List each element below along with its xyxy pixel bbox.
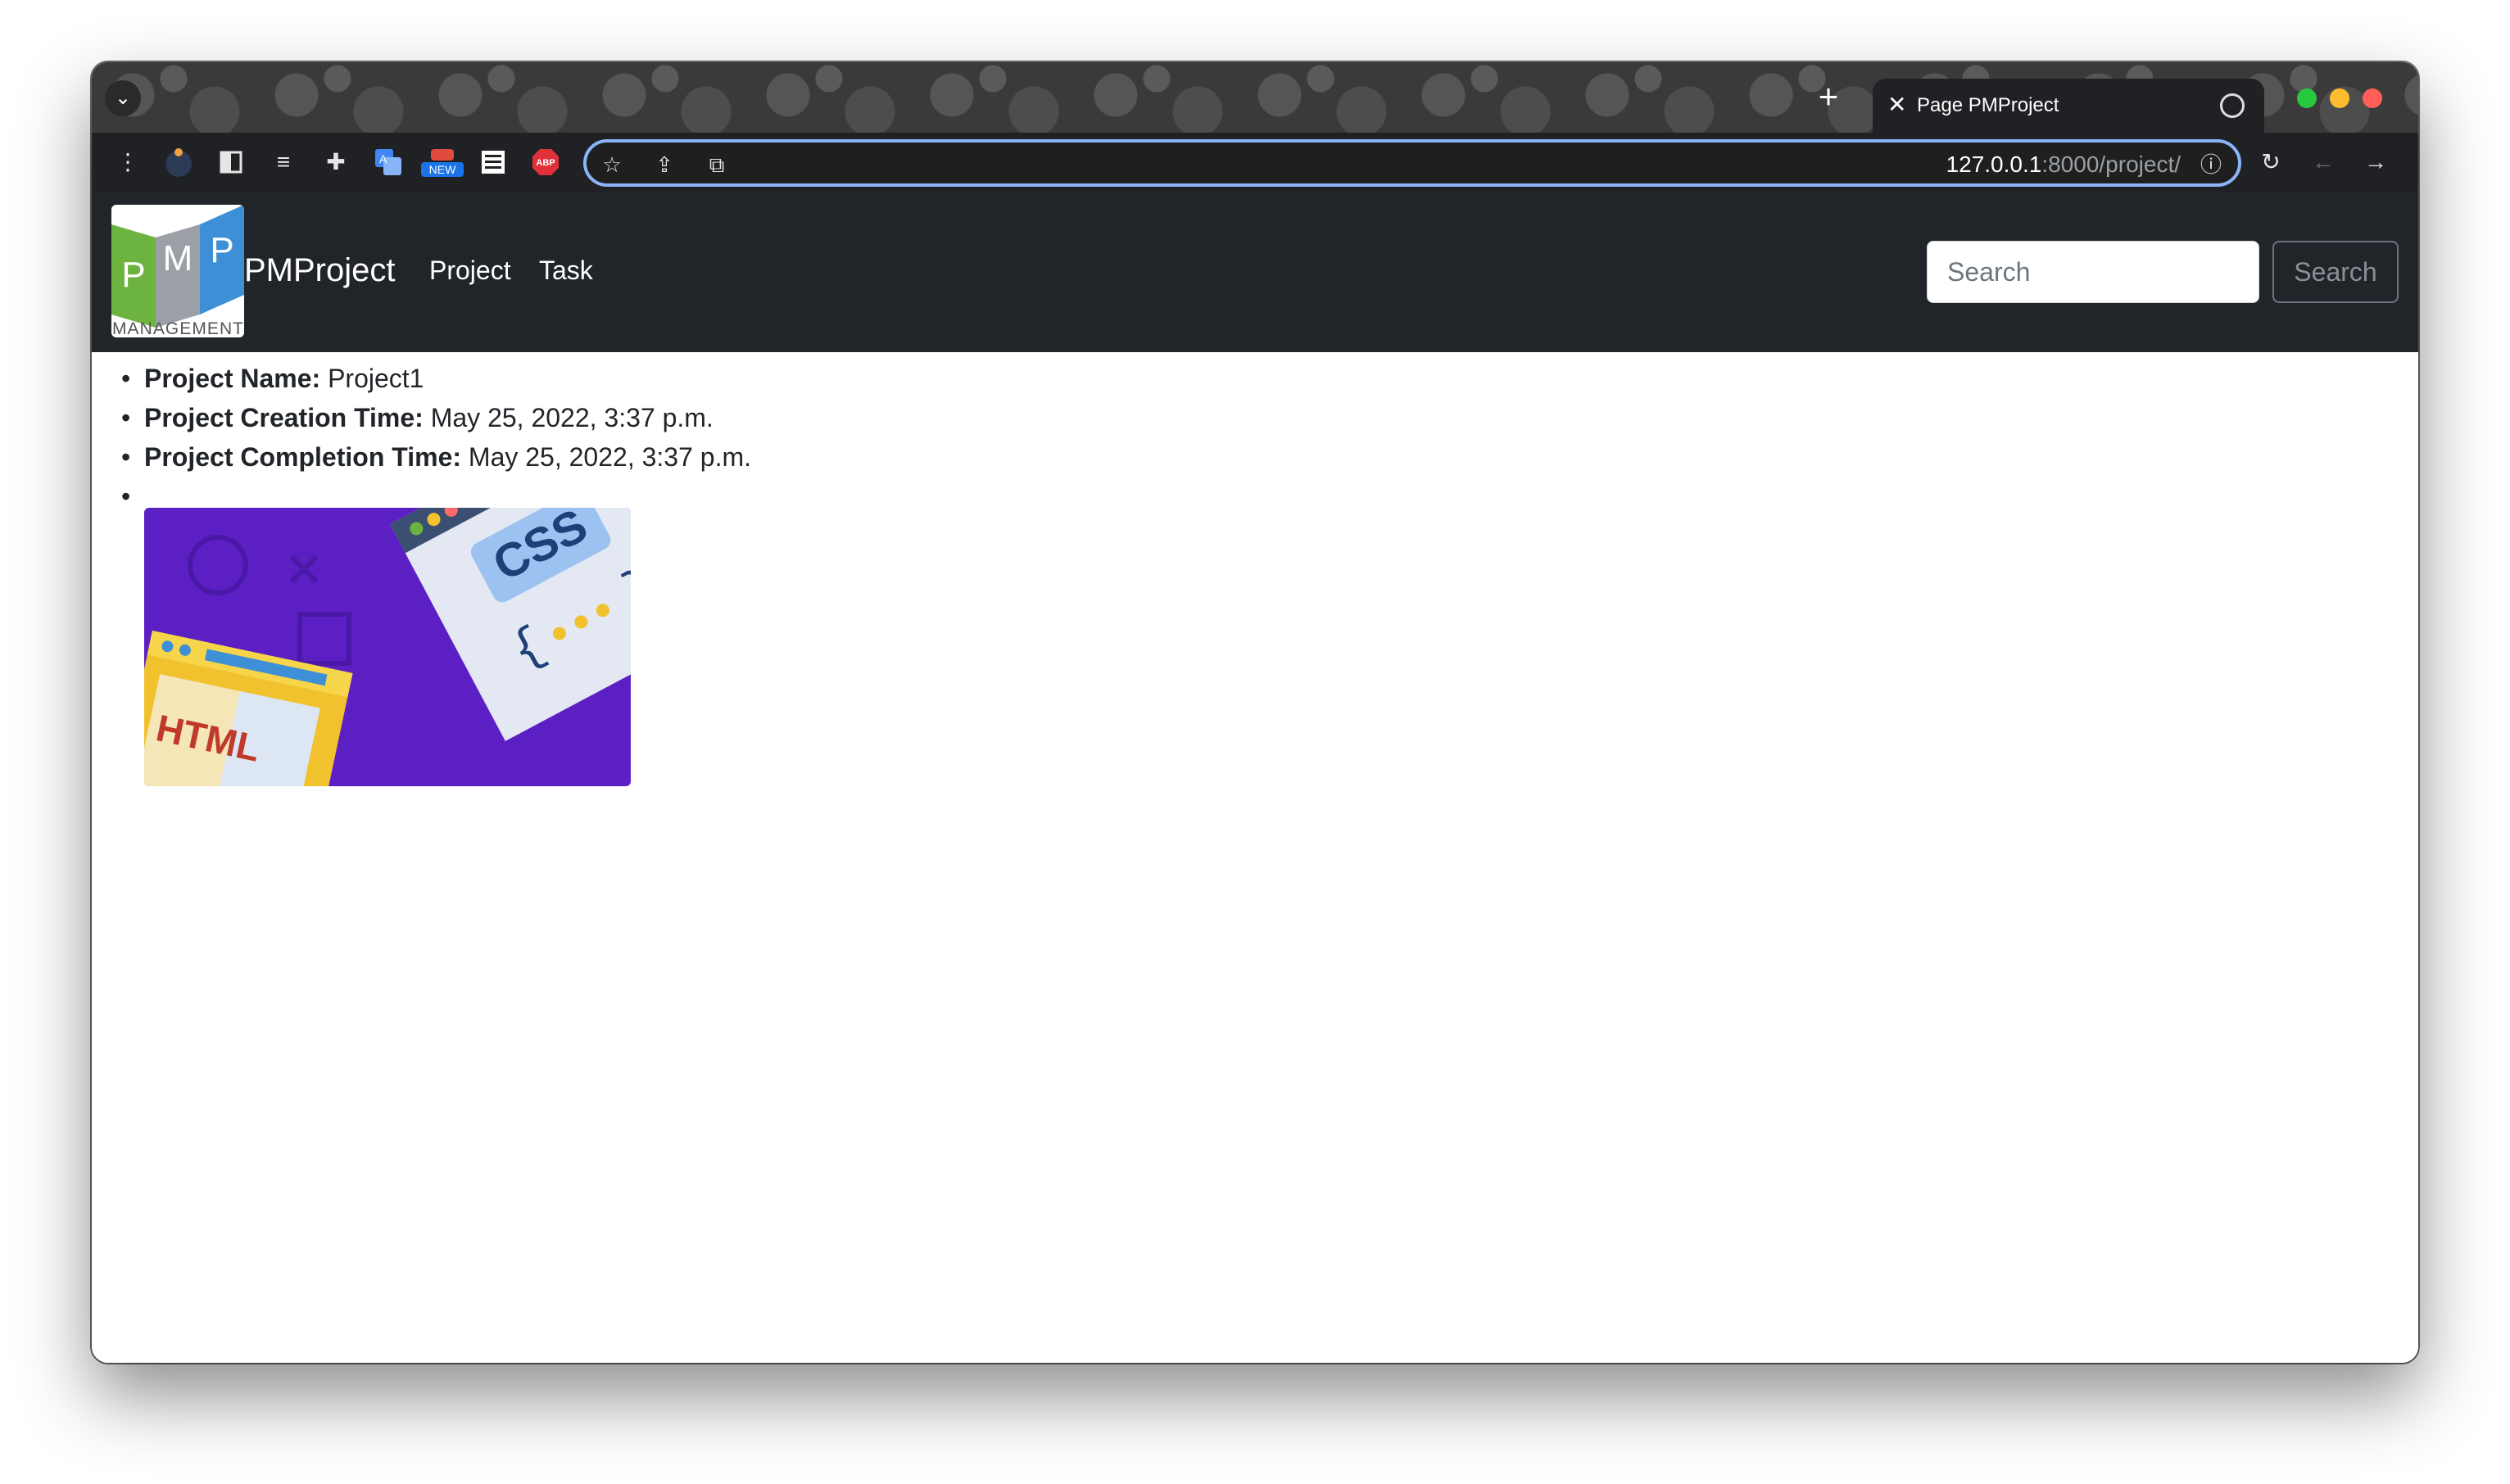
url-host: 127.0.0.1 xyxy=(1946,152,2042,177)
project-name-value: Project1 xyxy=(328,364,424,393)
brand-name[interactable]: PMProject xyxy=(244,249,396,292)
browser-toolbar: ⋮ ≡ ✚ A NEW ABP ☆ ⇪ ⧉ 127.0.0.1:8000/pro… xyxy=(92,133,2418,192)
adblock-icon[interactable]: ABP xyxy=(529,146,562,179)
close-window-button[interactable] xyxy=(2363,88,2382,108)
active-tab[interactable]: ✕ Page PMProject xyxy=(1873,79,2264,133)
close-icon[interactable]: ✕ xyxy=(1887,92,1906,118)
pmp-logo[interactable]: P M P MANAGEMENT xyxy=(111,205,244,337)
creation-time-label: Project Creation Time: xyxy=(144,403,424,432)
bullet: • xyxy=(121,482,131,511)
tab-strip: ⌄ + ✕ Page PMProject xyxy=(92,62,2418,133)
search-button[interactable]: Search xyxy=(2272,241,2399,303)
tab-title: Page PMProject xyxy=(1917,94,2059,116)
side-panel-icon[interactable] xyxy=(215,146,247,179)
nav-link-task[interactable]: Task xyxy=(539,252,593,288)
new-badge-label: NEW xyxy=(429,163,456,176)
share-icon[interactable]: ⇪ xyxy=(650,151,678,179)
reading-list-icon[interactable]: ≡ xyxy=(267,146,300,179)
completion-time-label: Project Completion Time: xyxy=(144,442,462,472)
logo-letter-2: M xyxy=(163,238,193,278)
list-item: • Project Completion Time: May 25, 2022,… xyxy=(121,437,751,477)
screenshot-icon[interactable]: ⧉ xyxy=(703,151,731,179)
nav-link-project[interactable]: Project xyxy=(429,252,511,288)
bullet: • xyxy=(121,403,131,432)
logo-letter-3: P xyxy=(210,230,233,270)
tab-search-chevron-icon[interactable]: ⌄ xyxy=(105,80,141,116)
address-bar[interactable]: ☆ ⇪ ⧉ 127.0.0.1:8000/project/ ⓘ xyxy=(583,139,2241,187)
creation-time-value: May 25, 2022, 3:37 p.m. xyxy=(430,403,714,432)
project-detail: • Project Name: Project1 • Project Creat… xyxy=(92,352,2418,1363)
forward-arrow-icon[interactable]: → xyxy=(2359,146,2392,179)
search-input[interactable] xyxy=(1927,241,2259,303)
new-extension-icon[interactable]: NEW xyxy=(419,146,465,179)
url-text[interactable]: 127.0.0.1:8000/project/ xyxy=(1946,151,2181,179)
globe-icon xyxy=(2220,93,2245,118)
maximize-window-button[interactable] xyxy=(2297,88,2317,108)
extensions-puzzle-icon[interactable]: ✚ xyxy=(319,146,352,179)
list-extension-icon[interactable] xyxy=(477,146,510,179)
new-tab-button[interactable]: + xyxy=(1809,79,1848,118)
translate-icon[interactable]: A xyxy=(372,146,405,179)
bullet: • xyxy=(121,442,131,472)
back-arrow-icon[interactable]: ← xyxy=(2307,146,2340,179)
project-detail-list: • Project Name: Project1 • Project Creat… xyxy=(121,359,751,511)
profile-avatar-icon[interactable] xyxy=(162,146,195,179)
list-item: • Project Creation Time: May 25, 2022, 3… xyxy=(121,398,751,437)
url-path: :8000/project/ xyxy=(2041,152,2181,177)
bookmark-star-icon[interactable]: ☆ xyxy=(598,151,626,179)
site-info-icon[interactable]: ⓘ xyxy=(2197,151,2225,179)
site-navbar: P M P MANAGEMENT PMProject Project Task … xyxy=(92,192,2418,352)
reload-icon[interactable]: ↻ xyxy=(2254,146,2287,179)
abp-label: ABP xyxy=(536,158,555,168)
project-name-label: Project Name: xyxy=(144,364,321,393)
logo-caption: MANAGEMENT xyxy=(112,319,243,337)
browser-window: ⌄ + ✕ Page PMProject ⋮ ≡ ✚ A NEW ABP ☆ ⇪… xyxy=(92,62,2418,1363)
list-item: • Project Name: Project1 xyxy=(121,359,751,398)
logo-letter-1: P xyxy=(121,255,145,295)
minimize-window-button[interactable] xyxy=(2330,88,2349,108)
project-image: HTML CSS { } xyxy=(144,508,631,786)
menu-kebab-icon[interactable]: ⋮ xyxy=(111,146,144,179)
desktop-background: ⌄ + ✕ Page PMProject ⋮ ≡ ✚ A NEW ABP ☆ ⇪… xyxy=(0,0,2510,1484)
svg-text:A: A xyxy=(379,152,387,165)
bullet: • xyxy=(121,364,131,393)
completion-time-value: May 25, 2022, 3:37 p.m. xyxy=(468,442,751,472)
